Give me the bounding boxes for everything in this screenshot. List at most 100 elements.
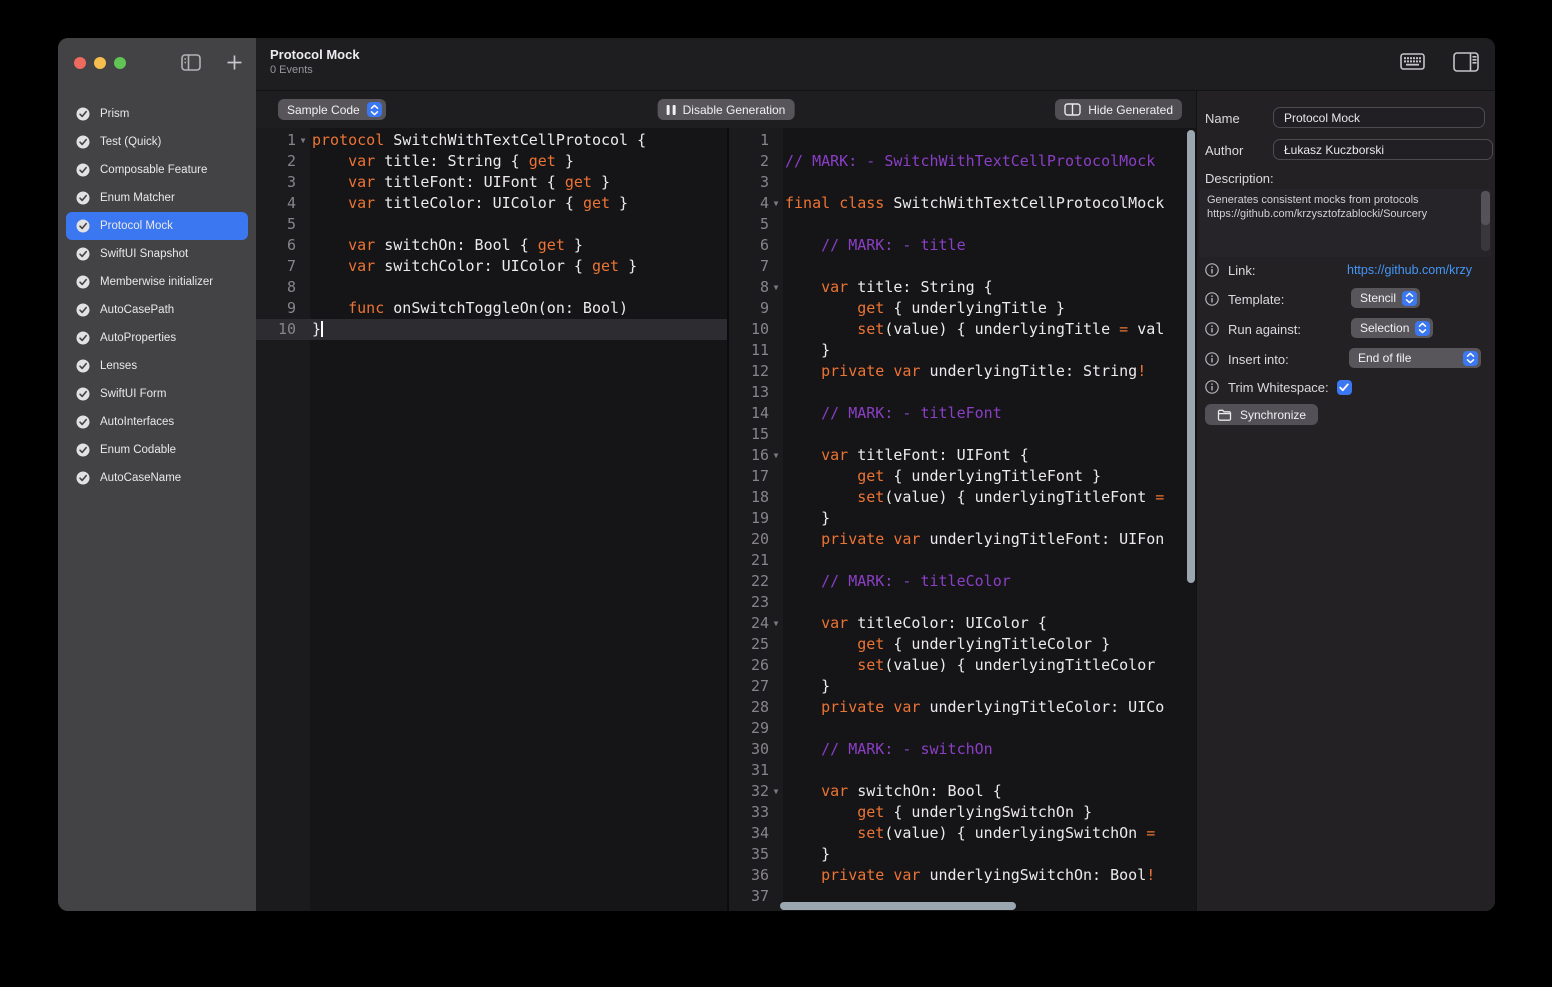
- description-textarea[interactable]: Generates consistent mocks from protocol…: [1199, 189, 1491, 257]
- insert-into-dropdown[interactable]: End of file: [1349, 348, 1481, 368]
- fold-arrow-icon[interactable]: ▼: [769, 277, 783, 298]
- code-line[interactable]: 22 // MARK: - titleColor: [729, 571, 1196, 592]
- code-line[interactable]: 12 private var underlyingTitle: String!: [729, 361, 1196, 382]
- sidebar-item-autointerfaces[interactable]: AutoInterfaces: [66, 408, 248, 436]
- disable-generation-button[interactable]: Disable Generation: [658, 99, 795, 120]
- code-line[interactable]: 23: [729, 592, 1196, 613]
- close-button[interactable]: [74, 57, 86, 69]
- code-line[interactable]: 20 private var underlyingTitleFont: UIFo…: [729, 529, 1196, 550]
- fold-arrow-icon[interactable]: ▼: [296, 130, 310, 151]
- sidebar-item-composable-feature[interactable]: Composable Feature: [66, 156, 248, 184]
- sidebar-item-enum-matcher[interactable]: Enum Matcher: [66, 184, 248, 212]
- folder-icon: [1217, 409, 1232, 421]
- code-line[interactable]: 17 get { underlyingTitleFont }: [729, 466, 1196, 487]
- code-line[interactable]: 3 var titleFont: UIFont { get }: [256, 172, 727, 193]
- info-icon[interactable]: [1205, 292, 1219, 306]
- run-against-dropdown[interactable]: Selection: [1351, 318, 1433, 338]
- code-line[interactable]: 5: [256, 214, 727, 235]
- vertical-scrollbar[interactable]: [1187, 130, 1195, 583]
- add-template-button[interactable]: [227, 55, 242, 70]
- fold-gutter: [769, 655, 783, 676]
- code-line[interactable]: 30 // MARK: - switchOn: [729, 739, 1196, 760]
- author-field[interactable]: [1273, 139, 1493, 160]
- name-field[interactable]: [1273, 107, 1485, 128]
- info-icon[interactable]: [1205, 263, 1219, 277]
- code-line[interactable]: 10 set(value) { underlyingTitle = val: [729, 319, 1196, 340]
- fold-arrow-icon[interactable]: ▼: [769, 781, 783, 802]
- line-number: 9: [729, 298, 769, 319]
- code-line[interactable]: 7 var switchColor: UIColor { get }: [256, 256, 727, 277]
- code-line[interactable]: 7: [729, 256, 1196, 277]
- code-line[interactable]: 5: [729, 214, 1196, 235]
- info-icon[interactable]: [1205, 380, 1219, 394]
- code-line[interactable]: 21: [729, 550, 1196, 571]
- chevron-up-down-icon: [1415, 321, 1430, 336]
- code-line[interactable]: 2 var title: String { get }: [256, 151, 727, 172]
- template-dropdown[interactable]: Stencil: [1351, 288, 1420, 308]
- sidebar-item-autocasepath[interactable]: AutoCasePath: [66, 296, 248, 324]
- code-line[interactable]: 24▼ var titleColor: UIColor {: [729, 613, 1196, 634]
- code-line[interactable]: 31: [729, 760, 1196, 781]
- code-line[interactable]: 36 private var underlyingSwitchOn: Bool!: [729, 865, 1196, 886]
- code-line[interactable]: 10}: [256, 319, 727, 340]
- code-line[interactable]: 4▼final class SwitchWithTextCellProtocol…: [729, 193, 1196, 214]
- source-editor[interactable]: 1▼protocol SwitchWithTextCellProtocol {2…: [256, 128, 727, 911]
- sidebar-item-prism[interactable]: Prism: [66, 100, 248, 128]
- sidebar-item-enum-codable[interactable]: Enum Codable: [66, 436, 248, 464]
- sidebar-item-autoproperties[interactable]: AutoProperties: [66, 324, 248, 352]
- code-line[interactable]: 9 get { underlyingTitle }: [729, 298, 1196, 319]
- sidebar-item-test-quick-[interactable]: Test (Quick): [66, 128, 248, 156]
- fold-arrow-icon[interactable]: ▼: [769, 193, 783, 214]
- sample-code-popup[interactable]: Sample Code: [278, 99, 386, 120]
- code-line[interactable]: 27 }: [729, 676, 1196, 697]
- code-line[interactable]: 35 }: [729, 844, 1196, 865]
- code-line[interactable]: 3: [729, 172, 1196, 193]
- minimize-button[interactable]: [94, 57, 106, 69]
- code-line[interactable]: 15: [729, 424, 1196, 445]
- description-scrollbar-thumb[interactable]: [1481, 191, 1490, 225]
- fold-gutter: [769, 466, 783, 487]
- code-line[interactable]: 8: [256, 277, 727, 298]
- code-line[interactable]: 26 set(value) { underlyingTitleColor: [729, 655, 1196, 676]
- code-line[interactable]: 1▼protocol SwitchWithTextCellProtocol {: [256, 130, 727, 151]
- horizontal-scrollbar[interactable]: [780, 902, 1016, 910]
- fold-arrow-icon[interactable]: ▼: [769, 445, 783, 466]
- inspector-toggle-button[interactable]: [1453, 52, 1479, 77]
- info-icon[interactable]: [1205, 352, 1219, 366]
- code-line[interactable]: 2// MARK: - SwitchWithTextCellProtocolMo…: [729, 151, 1196, 172]
- synchronize-button[interactable]: Synchronize: [1205, 404, 1318, 425]
- fold-arrow-icon[interactable]: ▼: [769, 613, 783, 634]
- code-line[interactable]: 29: [729, 718, 1196, 739]
- code-line[interactable]: 34 set(value) { underlyingSwitchOn =: [729, 823, 1196, 844]
- sidebar-item-autocasename[interactable]: AutoCaseName: [66, 464, 248, 492]
- sidebar-toggle-button[interactable]: [181, 54, 201, 71]
- code-line[interactable]: 32▼ var switchOn: Bool {: [729, 781, 1196, 802]
- code-line[interactable]: 9 func onSwitchToggleOn(on: Bool): [256, 298, 727, 319]
- code-line[interactable]: 18 set(value) { underlyingTitleFont =: [729, 487, 1196, 508]
- code-line[interactable]: 14 // MARK: - titleFont: [729, 403, 1196, 424]
- sidebar-item-swiftui-snapshot[interactable]: SwiftUI Snapshot: [66, 240, 248, 268]
- code-line[interactable]: 33 get { underlyingSwitchOn }: [729, 802, 1196, 823]
- info-icon[interactable]: [1205, 322, 1219, 336]
- code-line[interactable]: 13: [729, 382, 1196, 403]
- sidebar-item-protocol-mock[interactable]: Protocol Mock: [66, 212, 248, 240]
- code-line[interactable]: 4 var titleColor: UIColor { get }: [256, 193, 727, 214]
- generated-editor[interactable]: 12// MARK: - SwitchWithTextCellProtocolM…: [729, 128, 1196, 911]
- keyboard-shortcuts-button[interactable]: [1400, 53, 1425, 75]
- code-line[interactable]: 11 }: [729, 340, 1196, 361]
- code-line[interactable]: 25 get { underlyingTitleColor }: [729, 634, 1196, 655]
- code-line[interactable]: 1: [729, 130, 1196, 151]
- sidebar-item-swiftui-form[interactable]: SwiftUI Form: [66, 380, 248, 408]
- code-line[interactable]: 8▼ var title: String {: [729, 277, 1196, 298]
- code-line[interactable]: 6 var switchOn: Bool { get }: [256, 235, 727, 256]
- sidebar-item-memberwise-initializer[interactable]: Memberwise initializer: [66, 268, 248, 296]
- code-line[interactable]: 16▼ var titleFont: UIFont {: [729, 445, 1196, 466]
- code-line[interactable]: 28 private var underlyingTitleColor: UIC…: [729, 697, 1196, 718]
- code-line[interactable]: 6 // MARK: - title: [729, 235, 1196, 256]
- hide-generated-button[interactable]: Hide Generated: [1055, 99, 1182, 120]
- template-link[interactable]: https://github.com/krzy: [1347, 263, 1495, 277]
- zoom-button[interactable]: [114, 57, 126, 69]
- sidebar-item-lenses[interactable]: Lenses: [66, 352, 248, 380]
- code-line[interactable]: 19 }: [729, 508, 1196, 529]
- trim-whitespace-checkbox[interactable]: [1337, 380, 1352, 395]
